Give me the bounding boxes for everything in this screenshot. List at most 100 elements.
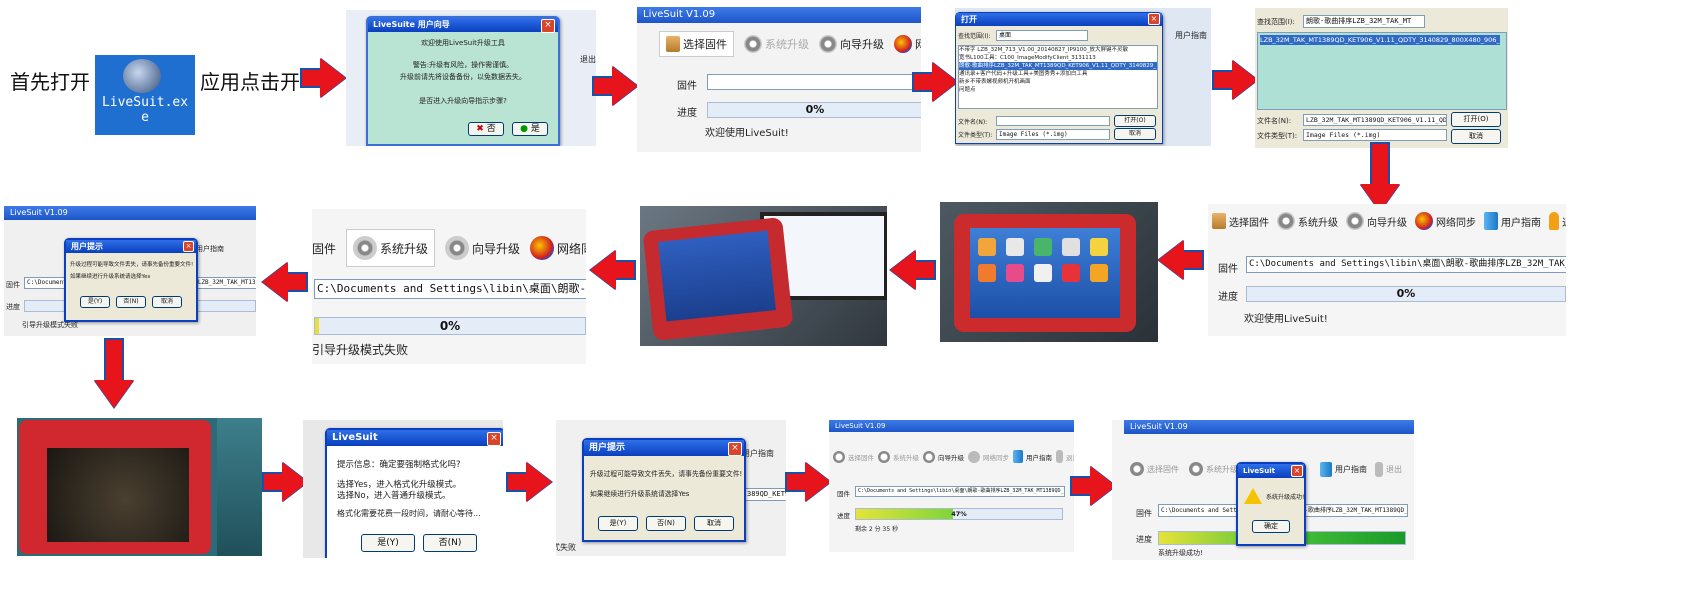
gear-icon xyxy=(1346,212,1364,230)
wizard-side-exit[interactable]: 退出 xyxy=(580,54,596,65)
filetype-label-2: 文件类型(T): xyxy=(1257,132,1298,140)
yes-button[interactable]: 是(Y) xyxy=(80,296,110,308)
open-button-2[interactable]: 打开(O) xyxy=(1451,112,1501,127)
wizard-upgrade-button[interactable]: 向导升级 xyxy=(923,450,964,463)
selected-file-item[interactable]: LZB_32M_TAK_MT1389QD_KET906_V1.11_QDTY_3… xyxy=(1260,35,1500,45)
flow-arrow-1 xyxy=(300,58,346,98)
open-file-list[interactable]: 不带字 LZB_32M_713_V1.00_20140827_IP9100_放大… xyxy=(958,45,1158,109)
firmware-path-field[interactable]: C:\Documents and Settings\libin\桌面\朗歌-歌曲… xyxy=(855,486,1065,497)
livesuit-desktop-icon[interactable]: LiveSuit.exe xyxy=(95,55,195,135)
user-guide-button[interactable]: 用户指南 xyxy=(1013,450,1052,463)
welcome-text: 欢迎使用LiveSuit! xyxy=(705,128,789,139)
firmware-path-field[interactable]: C:\Documents and Settings\libin\桌面\朗歌-歌曲… xyxy=(314,279,586,299)
intro-text-before: 首先打开 xyxy=(10,70,90,94)
wizard-no-button[interactable]: ✖ 否 xyxy=(468,122,504,136)
gear-icon xyxy=(445,236,470,260)
close-icon[interactable]: × xyxy=(728,442,742,456)
open-button[interactable]: 打开(O) xyxy=(1114,115,1156,127)
select-firmware-button[interactable]: 选择固件 xyxy=(1212,213,1269,229)
gear-icon xyxy=(833,450,845,463)
path-tail-field[interactable]: 389QD_KET906 xyxy=(744,488,786,501)
network-sync-button[interactable]: 网络同步 xyxy=(1415,212,1476,230)
look-in-select-2[interactable]: 朗歌-歌曲排序LZB_32M_TAK_MT xyxy=(1303,15,1425,28)
user-prompt-dialog: 用户提示 × 升级过程可能导致文件丢失，请事先备份重要文件! 如果继续进行升级系… xyxy=(582,438,746,542)
flow-arrow-8 xyxy=(590,250,636,290)
gear-icon xyxy=(1130,462,1144,476)
warning-icon xyxy=(1244,488,1262,504)
filetype-select-2[interactable]: Image Files (*.img) xyxy=(1303,129,1447,141)
cancel-button[interactable]: 取消 xyxy=(152,296,182,308)
user-guide-button[interactable]: 用户指南 xyxy=(1320,462,1367,477)
network-sync-button[interactable]: 网络同步 xyxy=(530,236,586,260)
user-guide-button[interactable]: 用户指南 xyxy=(1484,212,1541,230)
no-button[interactable]: 否(N) xyxy=(423,534,477,552)
wizard-upgrade-button[interactable]: 向导升级 xyxy=(819,35,884,53)
success-message: 系统升级成功! xyxy=(1266,494,1305,501)
no-button[interactable]: 否(N) xyxy=(646,516,686,531)
file-item[interactable]: 新乡不带表螺视频机开机画面 xyxy=(959,78,1157,86)
file-list-2[interactable]: LZB_32M_TAK_MT1389QD_KET906_V1.11_QDTY_3… xyxy=(1257,32,1507,110)
device-photo-dark xyxy=(17,418,262,556)
open-dialog-title: 打开 xyxy=(956,13,1162,26)
file-item-selected[interactable]: 朗歌-歌曲排序LZB_32M_TAK_MT1389QD_KET906_V1.11… xyxy=(959,62,1157,70)
success-status: 系统升级成功! xyxy=(1158,549,1203,557)
open-filetype-select[interactable]: Image Files (*.img) xyxy=(996,129,1110,140)
device-photo-boot xyxy=(640,206,887,346)
system-upgrade-button[interactable]: 系统升级 xyxy=(346,229,436,267)
main-toolbar: 选择固件 系统升级 向导升级 网络同步 xyxy=(659,31,921,57)
main-window-title: LiveSuit V1.09 xyxy=(829,420,1074,432)
close-icon[interactable]: × xyxy=(541,19,555,33)
yes-button[interactable]: 是(Y) xyxy=(361,534,415,552)
wizard-upgrade-button[interactable]: 向导升级 xyxy=(445,236,520,260)
firmware-path-field[interactable] xyxy=(707,74,921,90)
step-open-dialog-screenshot: 打开 × 查找范围(I): 桌面 不带字 LZB_32M_713_V1.00_2… xyxy=(955,8,1211,146)
select-firmware-button[interactable]: 选择固件 xyxy=(1130,462,1179,476)
firmware-button-partial[interactable]: 固件 xyxy=(312,240,336,257)
file-item[interactable]: 问题点 xyxy=(959,86,1157,94)
exit-button[interactable]: 退出 xyxy=(1549,212,1566,230)
file-item[interactable]: 不带字 LZB_32M_713_V1.00_20140827_IP9100_放大… xyxy=(959,46,1157,54)
system-upgrade-button[interactable]: 系统升级 xyxy=(744,35,809,53)
yes-button[interactable]: 是(Y) xyxy=(598,516,638,531)
wizard-upgrade-button[interactable]: 向导升级 xyxy=(1346,212,1407,230)
exit-button[interactable]: 退出 xyxy=(1375,462,1402,477)
close-icon[interactable]: × xyxy=(1148,13,1160,25)
boot-fail-text: 引导升级模式失败 xyxy=(312,343,409,357)
step-user-prompt-screenshot: LiveSuit V1.09 用户指南 固件 C:\Documents and … xyxy=(4,206,256,336)
close-icon[interactable]: × xyxy=(1291,465,1303,477)
select-firmware-button[interactable]: 选择固件 xyxy=(659,31,734,57)
wizard-upgrade-label: 向导升级 xyxy=(1367,217,1407,229)
select-firmware-label: 选择固件 xyxy=(848,453,874,462)
open-look-in-select[interactable]: 桌面 xyxy=(996,30,1088,41)
format-line3: 选择No，进入普通升级模式。 xyxy=(337,491,451,501)
close-icon[interactable]: × xyxy=(487,432,501,446)
wizard-no-label: 否 xyxy=(486,124,496,134)
cancel-button-2[interactable]: 取消 xyxy=(1451,129,1501,144)
system-upgrade-button[interactable]: 系统升级 xyxy=(1277,212,1338,230)
system-upgrade-button[interactable]: 系统升级 xyxy=(878,450,919,463)
file-item[interactable]: 通讯录+客户代码+升级工具+美图秀秀+添加白工具 xyxy=(959,70,1157,78)
wizard-yes-button[interactable]: ● 是 xyxy=(512,122,548,136)
file-item[interactable]: 宽书L100工具：C100_ImageModifyClient_3131113 xyxy=(959,54,1157,62)
progress-bar: 0% xyxy=(1246,286,1566,302)
gear-icon xyxy=(744,35,762,53)
filename-field-2[interactable]: LZB_32M_TAK_MT1389QD_KET906_V1.11_QDTY_ xyxy=(1303,114,1447,126)
system-upgrade-button[interactable]: 系统升级 xyxy=(1189,462,1238,476)
system-upgrade-label: 系统升级 xyxy=(380,241,429,256)
device-screen xyxy=(970,228,1120,318)
no-button[interactable]: 否(N) xyxy=(116,296,146,308)
select-firmware-button[interactable]: 选择固件 xyxy=(833,450,874,463)
progress-label: 进度 xyxy=(837,512,850,520)
open-filename-field[interactable] xyxy=(996,116,1110,126)
cancel-button[interactable]: 取消 xyxy=(694,516,734,531)
flow-arrow-5 xyxy=(1360,142,1400,212)
app-icon xyxy=(1090,238,1108,256)
ok-button[interactable]: 确定 xyxy=(1252,520,1290,533)
network-sync-button[interactable]: 网络同步 xyxy=(894,35,921,53)
app-icon xyxy=(1034,238,1052,256)
network-sync-button[interactable]: 网络同步 xyxy=(968,450,1009,463)
firmware-path-field[interactable]: C:\Documents and Settings\libin\桌面\朗歌-歌曲… xyxy=(1246,256,1566,273)
exit-button[interactable]: 退出 xyxy=(1056,450,1074,463)
cancel-button[interactable]: 取消 xyxy=(1114,128,1156,140)
close-icon[interactable]: × xyxy=(183,241,194,252)
